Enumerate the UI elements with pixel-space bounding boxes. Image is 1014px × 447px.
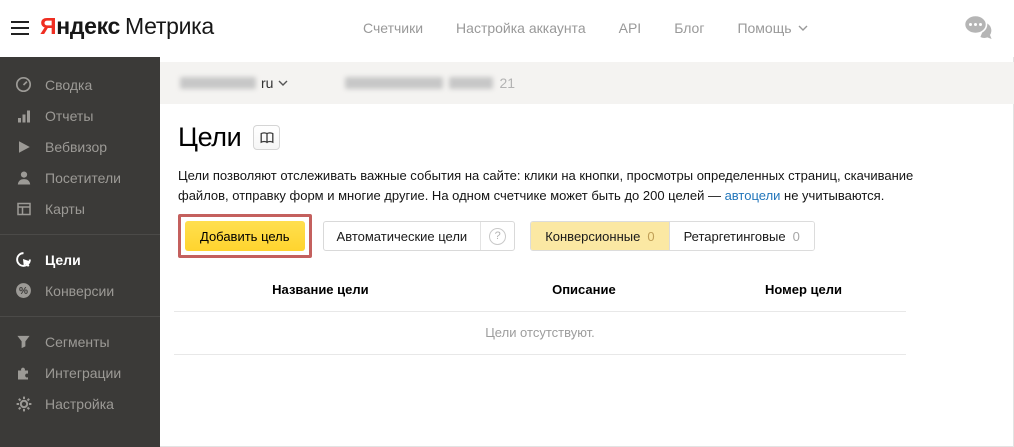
blurred-site-name [180,77,256,89]
sidebar-item-integrations[interactable]: Интеграции [0,357,160,388]
conversion-goals-count: 0 [647,228,655,244]
hamburger-menu-icon[interactable] [11,21,29,35]
sidebar-item-label: Сегменты [45,333,110,350]
retargeting-goals-label: Ретаргетинговые [683,228,786,244]
sidebar: Сводка Отчеты Вебвизор Посетители Карты … [0,57,160,447]
column-header-description: Описание [552,282,616,297]
sidebar-item-conversions[interactable]: % Конверсии [0,275,160,306]
sidebar-divider [0,234,160,235]
layout-icon [15,200,32,217]
sidebar-item-label: Карты [45,200,85,217]
yandex-metrika-logo[interactable]: Яндекс Метрика [40,13,214,40]
sidebar-item-label: Вебвизор [45,138,108,155]
sidebar-item-summary[interactable]: Сводка [0,69,160,100]
question-mark-icon: ? [489,227,507,245]
sidebar-item-maps[interactable]: Карты [0,193,160,224]
book-icon [260,131,274,143]
nav-blog[interactable]: Блог [674,20,704,36]
puzzle-icon [15,364,32,381]
sidebar-item-settings[interactable]: Настройка [0,388,160,419]
nav-help[interactable]: Помощь [737,20,808,36]
blurred-counter-id [449,77,494,89]
gear-icon [15,395,32,412]
nav-account-settings[interactable]: Настройка аккаунта [456,20,586,36]
nav-api[interactable]: API [619,20,642,36]
sidebar-item-label: Цели [45,251,81,268]
description-text: не учитываются. [780,188,885,203]
conversion-goals-toggle[interactable]: Конверсионные 0 [531,222,669,250]
chevron-down-icon [278,80,288,86]
svg-text:%: % [19,286,28,297]
sidebar-item-visitors[interactable]: Посетители [0,162,160,193]
conversion-goals-label: Конверсионные [545,228,641,244]
retargeting-goals-toggle[interactable]: Ретаргетинговые 0 [668,222,814,250]
goals-table-header: Название цели Описание Номер цели [174,282,906,312]
auto-goals-button[interactable]: Автоматические цели [324,222,481,250]
page-title: Цели [178,122,242,152]
sidebar-item-label: Конверсии [45,282,115,299]
sidebar-item-goals[interactable]: Цели [0,244,160,275]
goals-table: Название цели Описание Номер цели Цели о… [174,282,906,355]
add-goal-button[interactable]: Добавить цель [185,221,305,251]
percent-icon: % [15,282,32,299]
goals-toolbar: Добавить цель Автоматические цели ? Конв… [178,214,1014,258]
docs-book-button[interactable] [253,125,281,150]
goal-icon [15,251,32,268]
goals-description: Цели позволяют отслеживать важные событи… [178,166,936,206]
gauge-icon [15,76,32,93]
column-header-goal-number: Номер цели [764,282,843,297]
blurred-counter-name [345,77,444,89]
retargeting-goals-count: 0 [792,228,800,244]
column-header-goal-name: Название цели [272,282,369,297]
top-bar: Яндекс Метрика Счетчики Настройка аккаунт… [0,0,1014,57]
nav-counters[interactable]: Счетчики [363,20,423,36]
site-selector[interactable]: ru [180,75,288,91]
play-icon [15,138,32,155]
counter-breadcrumb-bar: ru 21 [160,62,1014,104]
person-icon [15,169,32,186]
sidebar-item-webvisor[interactable]: Вебвизор [0,131,160,162]
counter-info: 21 [345,75,515,91]
auto-goals-button-group: Автоматические цели ? [322,221,516,251]
sidebar-item-label: Интеграции [45,364,122,381]
chevron-down-icon [798,25,808,31]
sidebar-item-label: Отчеты [45,107,94,124]
site-tld: ru [261,75,274,91]
chat-icon[interactable] [962,13,996,43]
top-navigation: Счетчики Настройка аккаунта API Блог Пом… [363,20,808,36]
sidebar-item-segments[interactable]: Сегменты [0,326,160,357]
sidebar-divider [0,316,160,317]
sidebar-item-reports[interactable]: Отчеты [0,100,160,131]
logo-product: Метрика [125,13,214,39]
logo-yandex: ндекс [56,13,121,39]
nav-help-label: Помощь [737,20,792,36]
autogoals-link[interactable]: автоцели [725,188,781,203]
sidebar-item-label: Настройка [45,395,114,412]
empty-state-message: Цели отсутствуют. [174,312,906,355]
logo-letter: Я [40,13,57,39]
sidebar-item-label: Сводка [45,76,93,93]
funnel-icon [15,333,32,350]
main-content: Цели Цели позволяют отслеживать важные с… [160,104,1014,355]
goal-type-toggle-group: Конверсионные 0 Ретаргетинговые 0 [530,221,815,251]
bar-chart-icon [15,107,32,124]
sidebar-item-label: Посетители [45,169,121,186]
auto-goals-help-button[interactable]: ? [480,222,514,250]
annotation-highlight-box: Добавить цель [178,214,312,258]
counter-id-suffix: 21 [499,75,516,91]
